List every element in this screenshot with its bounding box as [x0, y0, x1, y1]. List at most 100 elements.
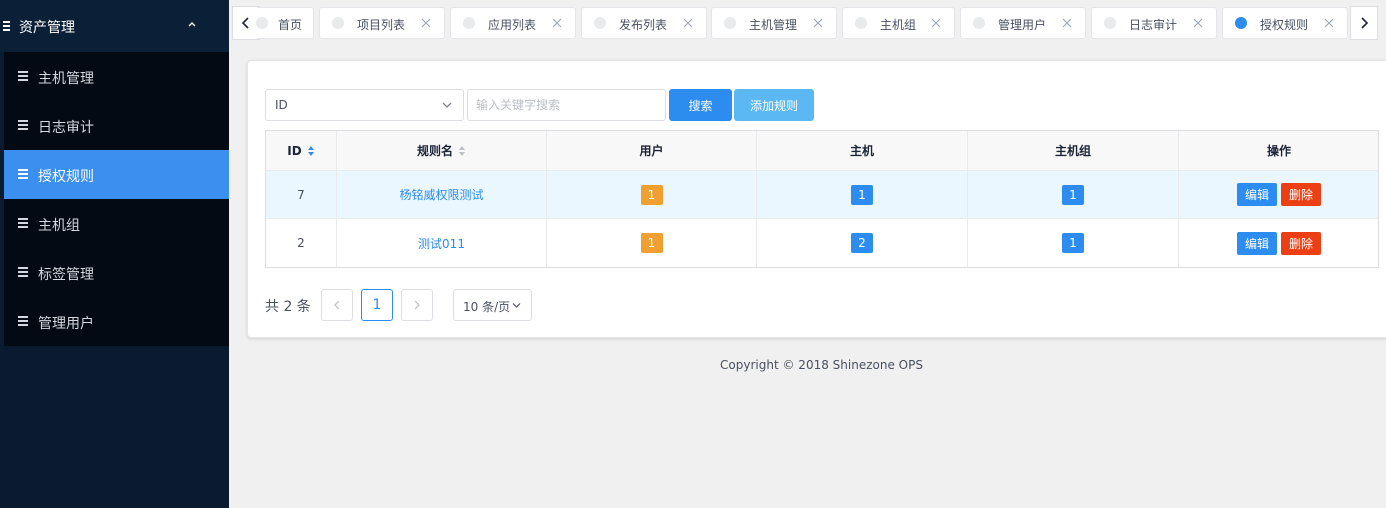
select-value: ID [275, 98, 288, 112]
tab-status-dot [1104, 17, 1116, 29]
sort-icon[interactable] [459, 145, 466, 156]
sidebar: 资产管理 主机管理 日志审计 授权规则 主机组 标签管理 管理用户 [0, 0, 229, 508]
chevron-up-icon [188, 22, 196, 27]
sort-icon[interactable] [307, 145, 315, 156]
chevron-down-icon [442, 102, 452, 108]
hosts-count-badge[interactable]: 2 [851, 233, 873, 253]
users-count-badge[interactable]: 1 [640, 184, 663, 205]
sidebar-item-label: 日志审计 [38, 120, 94, 136]
close-icon[interactable] [931, 18, 941, 28]
column-header-rule-name[interactable]: 规则名 [337, 131, 547, 170]
rule-name-link[interactable]: 杨铭威权限测试 [399, 186, 483, 203]
tab-host-management[interactable]: 主机管理 [711, 7, 837, 39]
close-icon[interactable] [1062, 18, 1072, 28]
search-field-select[interactable]: ID [265, 89, 464, 121]
column-header-label: ID [287, 143, 302, 158]
table-row: 2 测试011 1 2 1 编辑 删除 [266, 219, 1378, 267]
close-icon[interactable] [421, 18, 431, 28]
tab-status-dot [463, 17, 475, 29]
rules-table: ID 规则名 用户 主机 主机组 操作 7 杨铭威权限测试 1 1 1 编辑 删… [265, 130, 1379, 268]
edit-button[interactable]: 编辑 [1237, 231, 1277, 255]
prev-page-button[interactable] [321, 289, 353, 321]
menu-icon [18, 218, 28, 230]
tab-status-dot [256, 17, 268, 29]
host-groups-count-badge[interactable]: 1 [1062, 233, 1084, 253]
sidebar-item-host-management[interactable]: 主机管理 [4, 52, 229, 101]
close-icon[interactable] [683, 18, 693, 28]
sidebar-item-log-audit[interactable]: 日志审计 [4, 101, 229, 150]
menu-icon [18, 267, 28, 279]
tab-status-dot [855, 17, 867, 29]
close-icon[interactable] [813, 18, 823, 28]
tab-auth-rules[interactable]: 授权规则 [1222, 7, 1348, 39]
menu-icon [18, 316, 28, 328]
search-button[interactable]: 搜索 [669, 89, 732, 121]
tab-label: 主机组 [880, 18, 917, 32]
sidebar-item-host-group[interactable]: 主机组 [4, 199, 229, 248]
tab-label: 发布列表 [619, 18, 668, 32]
hosts-count-badge[interactable]: 1 [851, 184, 873, 205]
menu-icon [18, 169, 28, 181]
tab-release-list[interactable]: 发布列表 [581, 7, 707, 39]
column-header-hosts: 主机 [757, 131, 968, 170]
sidebar-item-label: 主机组 [38, 218, 80, 234]
footer-copyright: Copyright © 2018 Shinezone OPS [720, 358, 923, 372]
tab-label: 应用列表 [488, 18, 537, 32]
search-input[interactable] [467, 89, 666, 121]
close-icon[interactable] [1193, 18, 1203, 28]
page-size-select[interactable]: 10 条/页 [453, 289, 532, 321]
tab-label: 授权规则 [1260, 18, 1309, 32]
tab-status-dot [1235, 17, 1247, 29]
pagination-total: 共 2 条 [265, 299, 311, 315]
delete-button[interactable]: 删除 [1281, 231, 1321, 255]
sidebar-item-label: 标签管理 [38, 267, 94, 283]
sidebar-item-label: 主机管理 [38, 71, 94, 87]
page-size-value: 10 条/页 [463, 300, 511, 314]
tab-status-dot [724, 17, 736, 29]
chevron-right-icon [1361, 17, 1369, 29]
tab-home[interactable]: 首页 [256, 7, 314, 39]
table-row: 7 杨铭威权限测试 1 1 1 编辑 删除 [266, 171, 1378, 219]
menu-icon [18, 120, 28, 132]
users-count-badge[interactable]: 1 [640, 233, 663, 253]
sidebar-item-admin-users[interactable]: 管理用户 [4, 297, 229, 346]
close-icon[interactable] [1324, 18, 1334, 28]
column-header-label: 规则名 [416, 144, 453, 158]
tab-status-dot [594, 17, 606, 29]
cell-id: 7 [266, 171, 337, 218]
tab-label: 首页 [278, 18, 303, 32]
sidebar-item-tag-management[interactable]: 标签管理 [4, 248, 229, 297]
edit-button[interactable]: 编辑 [1237, 183, 1277, 206]
tab-scroll-right-button[interactable] [1350, 6, 1378, 40]
cell-id: 2 [266, 219, 337, 267]
tab-status-dot [332, 17, 344, 29]
tab-admin-users[interactable]: 管理用户 [960, 7, 1086, 39]
page-button-current[interactable]: 1 [361, 289, 393, 321]
tab-host-group[interactable]: 主机组 [842, 7, 955, 39]
chevron-left-icon [241, 17, 249, 29]
tab-log-audit[interactable]: 日志审计 [1091, 7, 1217, 39]
sidebar-group-asset-management[interactable]: 资产管理 [0, 0, 229, 52]
tab-app-list[interactable]: 应用列表 [450, 7, 576, 39]
column-header-id[interactable]: ID [266, 131, 337, 170]
tab-project-list[interactable]: 项目列表 [319, 7, 445, 39]
table-header: ID 规则名 用户 主机 主机组 操作 [266, 131, 1378, 171]
content-card: ID 搜索 添加规则 ID 规则名 用户 主机 主机组 操作 7 杨铭威权限测试… [247, 60, 1386, 338]
sidebar-submenu: 主机管理 日志审计 授权规则 主机组 标签管理 管理用户 [4, 52, 229, 346]
tab-label: 项目列表 [357, 18, 406, 32]
delete-button[interactable]: 删除 [1281, 183, 1321, 206]
column-header-users: 用户 [547, 131, 757, 170]
column-header-actions: 操作 [1266, 144, 1291, 158]
tab-status-dot [973, 17, 985, 29]
chevron-left-icon [334, 300, 340, 310]
host-groups-count-badge[interactable]: 1 [1062, 184, 1084, 205]
chevron-right-icon [414, 300, 420, 310]
close-icon[interactable] [552, 18, 562, 28]
sidebar-item-auth-rules[interactable]: 授权规则 [4, 150, 229, 199]
next-page-button[interactable] [401, 289, 433, 321]
chevron-down-icon [512, 303, 521, 308]
rule-name-link[interactable]: 测试011 [418, 235, 465, 252]
tab-label: 管理用户 [998, 18, 1047, 32]
tab-label: 日志审计 [1129, 18, 1178, 32]
add-rule-button[interactable]: 添加规则 [734, 89, 814, 121]
